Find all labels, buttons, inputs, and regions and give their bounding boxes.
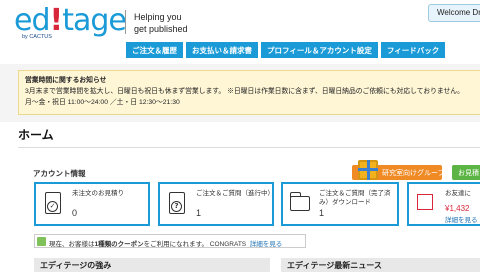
gift-box-icon <box>358 160 378 180</box>
notice-line-2: 月～金・祝日 11:00～24:00 ／土・日 12:30～21:30 <box>25 99 180 106</box>
gift-icon <box>417 194 433 210</box>
card-value: 1 <box>319 208 325 218</box>
welcome-user-button[interactable]: Welcome Dr. <box>428 4 480 22</box>
quote-button[interactable]: お見積 <box>452 165 480 180</box>
site-header: ed!tage by CACTUS Helping you get publis… <box>0 0 480 64</box>
notice-line-1: 3月末まで営業時間を拡大し、日曜日も祝日も休まず営業します。 ※日曜日は作業日数… <box>25 88 464 95</box>
editage-logo[interactable]: ed!tage <box>14 5 127 37</box>
coupon-details-link[interactable]: 詳細を見る <box>250 241 283 248</box>
strengths-section-header: エディテージの強み <box>34 258 270 272</box>
tagline-line-1: Helping you <box>134 12 182 22</box>
logo-subtitle: by CACTUS <box>22 34 52 40</box>
tagline-line-2: get published <box>134 24 188 34</box>
card-value: 0 <box>72 208 78 218</box>
nav-payments-invoices[interactable]: お支払い＆請求書 <box>186 42 258 58</box>
tagline: Helping you get published <box>134 11 188 35</box>
card-value: 1 <box>196 208 202 218</box>
card-friend-referral[interactable]: お友達に ¥1,432 詳細を見る <box>407 182 480 226</box>
nav-profile-settings[interactable]: プロフィール＆アカウント設定 <box>261 42 378 58</box>
notice-title: 営業時間に関するお知らせ <box>25 77 107 84</box>
card-label: 未注文のお見積り <box>72 190 124 197</box>
page-title: ホーム <box>18 128 54 142</box>
card-label: お友達に <box>445 190 471 197</box>
account-info-heading: アカウント情報 <box>33 169 86 178</box>
logo-divider <box>125 10 126 34</box>
nav-feedback[interactable]: フィードバック <box>380 42 446 58</box>
card-label: ご注文＆ご質問（完了済 み）ダウンロード <box>319 190 391 206</box>
card-orders-in-progress[interactable]: ? ご注文＆ご質問（進行中） 1 <box>158 182 274 226</box>
title-divider <box>18 147 480 148</box>
card-value: ¥1,432 <box>445 204 470 213</box>
question-circle-icon: ? <box>171 201 182 212</box>
nav-orders-history[interactable]: ご注文＆履歴 <box>126 42 183 58</box>
folder-icon <box>290 192 310 211</box>
details-link[interactable]: 詳細を見る <box>445 214 478 224</box>
main-nav: ご注文＆履歴 お支払い＆請求書 プロフィール＆アカウント設定 フィードバック <box>126 42 446 58</box>
card-label: ご注文＆ご質問（進行中） <box>196 190 274 197</box>
coupon-icon <box>37 237 46 246</box>
news-section-header: エディテージ最新ニュース <box>281 258 480 272</box>
check-circle-icon: ✓ <box>47 201 58 212</box>
card-pending-quotes[interactable]: ✓ 未注文のお見積り 0 <box>34 182 150 226</box>
coupon-banner: 現在、お客様は1種類のクーポンをご利用になれます。 CONGRATS 詳細を見る <box>34 234 306 248</box>
business-hours-notice: 営業時間に関するお知らせ 3月末まで営業時間を拡大し、日曜日も祝日も休まず営業し… <box>18 70 480 115</box>
card-orders-completed[interactable]: ご注文＆ご質問（完了済 み）ダウンロード 1 <box>281 182 399 226</box>
